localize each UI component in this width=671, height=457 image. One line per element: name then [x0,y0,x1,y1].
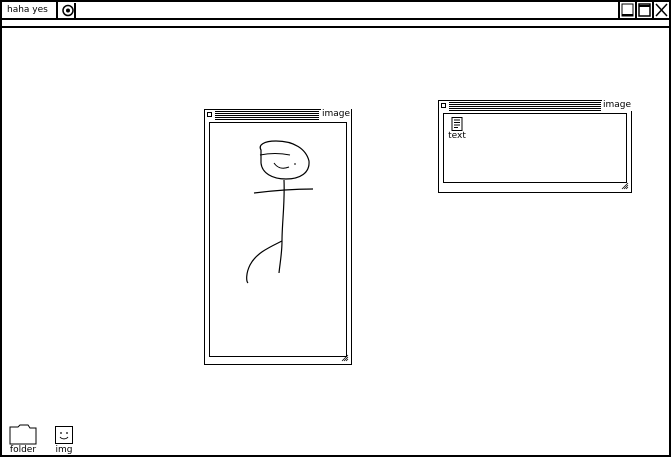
image-window-title: image [321,109,352,120]
minimize-button[interactable] [618,2,635,18]
image-file-icon [55,426,73,444]
desktop-icon-img[interactable]: img [52,426,76,455]
text-window-content: text [443,113,627,183]
desktop-icon-label: img [55,445,73,455]
resize-grip-icon[interactable] [621,182,629,190]
file-label: text [448,131,466,141]
resize-grip-icon[interactable] [341,354,349,362]
minimize-icon [621,3,634,17]
close-button[interactable] [652,2,669,18]
text-file-icon [451,117,463,131]
image-window-title-bar[interactable]: image [206,109,352,120]
desktop-icon-label: folder [9,445,37,455]
desktop-icon-folder[interactable]: folder [7,423,39,455]
stick-figure-drawing [246,140,314,284]
folder-icon [9,424,37,445]
title-bar: haha yes [2,2,669,20]
image-window[interactable]: image [204,109,352,365]
tab-label: haha yes [7,5,48,15]
title-stripes [449,102,601,111]
maximize-button[interactable] [635,2,652,18]
menu-bar [2,22,669,28]
text-window-title-bar[interactable]: image [440,100,633,111]
close-icon [655,3,668,17]
text-window[interactable]: image text [438,100,633,193]
window-close-box[interactable] [207,112,212,117]
maximize-icon [638,3,651,17]
main-window: haha yes image image text folder img [0,0,671,457]
window-close-box[interactable] [441,103,446,108]
target-icon[interactable] [60,3,76,18]
image-canvas [209,122,347,357]
title-stripes [215,111,319,120]
tab-haha-yes[interactable]: haha yes [2,2,58,18]
text-window-title: image [602,100,633,111]
file-item-text[interactable]: text [447,117,467,141]
